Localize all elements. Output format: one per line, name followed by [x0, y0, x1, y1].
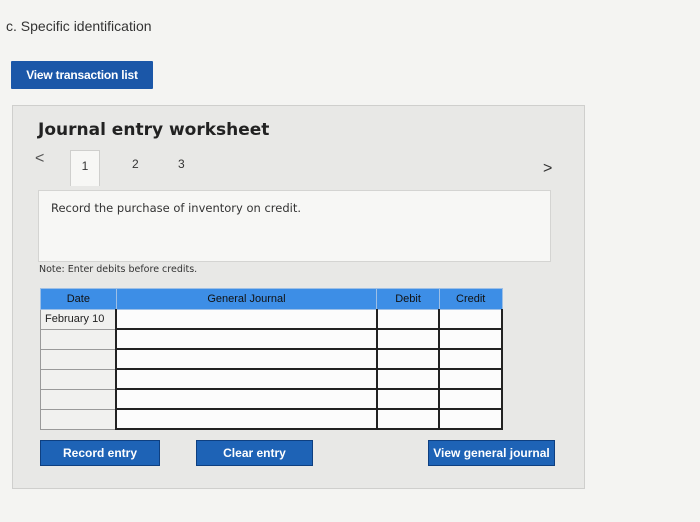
table-row: February 10: [40, 309, 503, 330]
table-row: [40, 408, 503, 430]
account-input[interactable]: [115, 368, 378, 390]
table-row: [40, 368, 503, 390]
header-date: Date: [40, 288, 117, 310]
view-general-journal-button[interactable]: View general journal: [428, 440, 555, 466]
tab-3[interactable]: 3: [178, 157, 185, 171]
debit-input[interactable]: [375, 388, 441, 410]
table-row: [40, 388, 503, 410]
debit-input[interactable]: [375, 408, 441, 430]
record-entry-button[interactable]: Record entry: [40, 440, 160, 466]
instruction-box: Record the purchase of inventory on cred…: [38, 190, 551, 262]
chevron-right-icon[interactable]: >: [543, 160, 552, 178]
header-debit: Debit: [376, 288, 440, 310]
table-row: [40, 348, 503, 370]
part-heading: c. Specific identification: [6, 18, 152, 34]
date-cell[interactable]: [40, 408, 117, 430]
tab-2[interactable]: 2: [132, 157, 139, 171]
credit-input[interactable]: [438, 328, 503, 350]
credit-input[interactable]: [438, 309, 503, 330]
tab-1[interactable]: 1: [70, 150, 100, 186]
credit-input[interactable]: [438, 368, 503, 390]
journal-entry-worksheet-panel: Journal entry worksheet < 1 2 3 > Record…: [12, 105, 585, 489]
account-input[interactable]: [115, 408, 378, 430]
credit-input[interactable]: [438, 348, 503, 370]
chevron-left-icon[interactable]: <: [35, 150, 44, 168]
date-cell[interactable]: [40, 368, 117, 390]
header-credit: Credit: [438, 288, 503, 310]
header-general-journal: General Journal: [115, 288, 378, 310]
journal-table: Date General Journal Debit Credit Februa…: [40, 288, 503, 430]
debit-input[interactable]: [375, 368, 441, 390]
debit-input[interactable]: [375, 309, 441, 330]
debit-input[interactable]: [375, 328, 441, 350]
date-cell[interactable]: [40, 348, 117, 370]
account-input[interactable]: [115, 309, 378, 330]
credit-input[interactable]: [438, 388, 503, 410]
tab-label: 1: [81, 159, 89, 173]
date-cell[interactable]: [40, 388, 117, 410]
account-input[interactable]: [115, 328, 378, 350]
worksheet-title: Journal entry worksheet: [38, 120, 270, 140]
table-header-row: Date General Journal Debit Credit: [40, 288, 503, 310]
account-input[interactable]: [115, 388, 378, 410]
clear-entry-button[interactable]: Clear entry: [196, 440, 313, 466]
date-cell[interactable]: [40, 328, 117, 350]
instruction-text: Record the purchase of inventory on cred…: [51, 201, 302, 215]
credit-input[interactable]: [438, 408, 503, 430]
account-input[interactable]: [115, 348, 378, 370]
view-transaction-list-button[interactable]: View transaction list: [11, 61, 153, 89]
table-row: [40, 328, 503, 350]
date-cell[interactable]: February 10: [40, 309, 117, 330]
debit-input[interactable]: [375, 348, 441, 370]
note-text: Note: Enter debits before credits.: [39, 264, 198, 275]
